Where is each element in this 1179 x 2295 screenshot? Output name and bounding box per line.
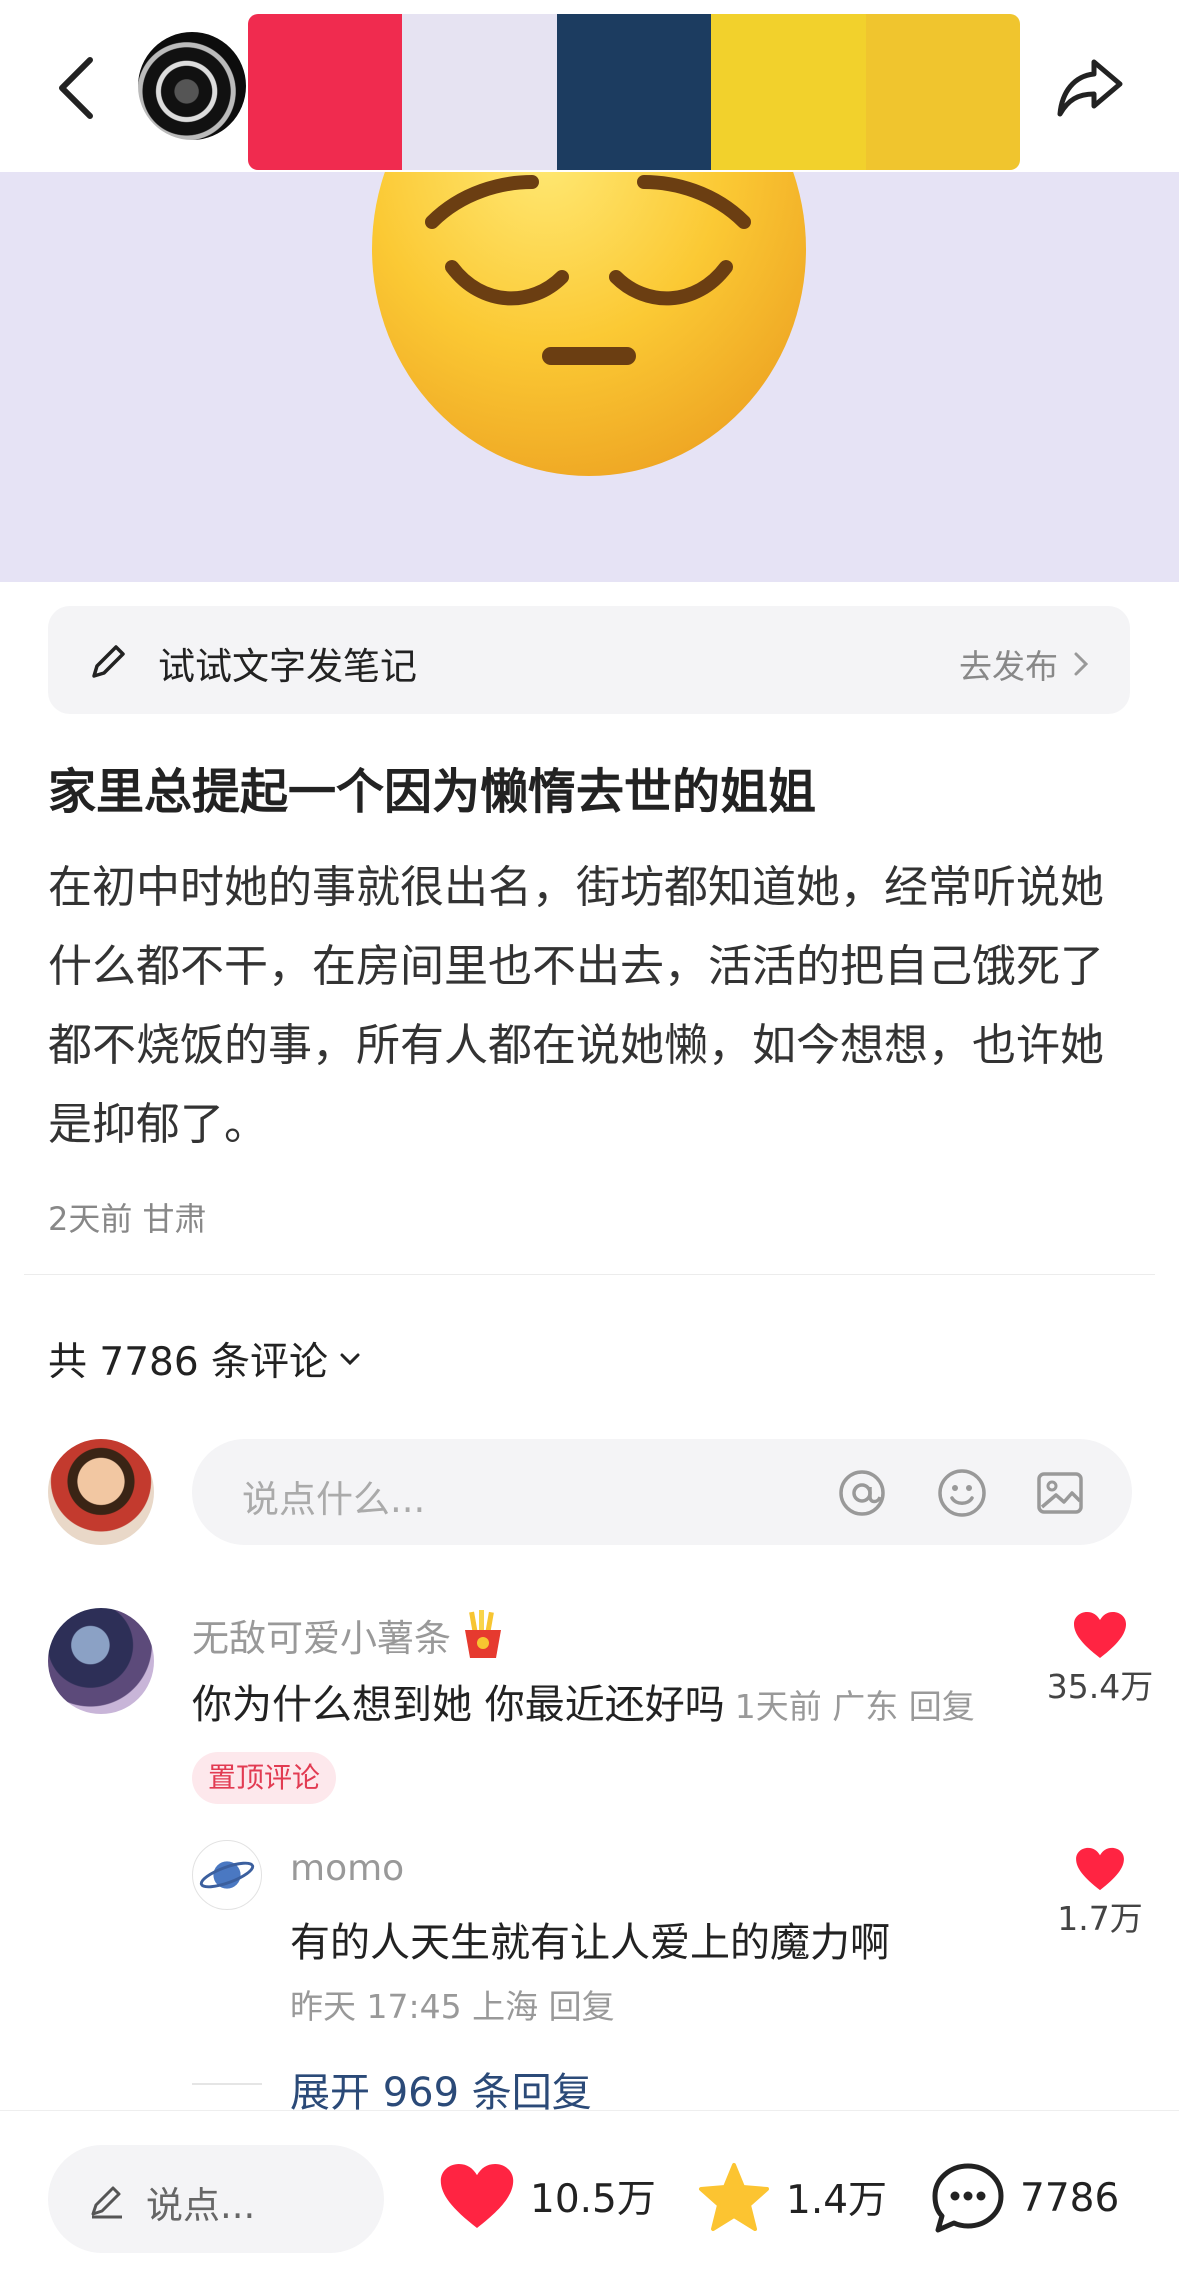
image-icon[interactable] <box>1034 1467 1086 1519</box>
favorite-count: 1.4万 <box>786 2178 888 2223</box>
heart-icon <box>1074 1612 1126 1658</box>
reply-text: 有的人天生就有让人爱上的魔力啊 <box>290 1920 890 1966</box>
post-date-location: 2天前 甘肃 <box>48 1200 207 1238</box>
bottom-input-placeholder: 说点... <box>146 2184 256 2227</box>
like-count: 10.5万 <box>530 2177 656 2222</box>
commenter-name[interactable]: 无敌可爱小薯条 <box>192 1608 507 1662</box>
post-title: 家里总提起一个因为懒惰去世的姐姐 <box>48 764 817 820</box>
swatch-red <box>248 14 403 170</box>
share-icon[interactable] <box>1054 52 1128 122</box>
reply-like[interactable]: 1.7万 <box>1040 1846 1160 1940</box>
bottom-action-bar: 说点... 10.5万 1.4万 7786 <box>0 2110 1179 2295</box>
bottom-comment-input[interactable]: 说点... <box>48 2145 384 2253</box>
commenter-avatar[interactable] <box>48 1608 154 1714</box>
comment-bubble-icon <box>932 2163 1004 2233</box>
comment-count-sort[interactable]: 共 7786 条评论 <box>48 1331 362 1387</box>
mention-icon[interactable] <box>836 1467 888 1519</box>
reply-like-count: 1.7万 <box>1057 1899 1143 1938</box>
comment-input-placeholder: 说点什么... <box>242 1478 426 1521</box>
divider <box>24 1274 1155 1275</box>
pencil-icon <box>92 645 125 678</box>
heart-icon <box>440 2163 514 2229</box>
comment-meta[interactable]: 1天前 广东 回复 <box>735 1687 975 1726</box>
pinned-comment-badge: 置顶评论 <box>192 1752 337 1804</box>
reply-author-name[interactable]: momo <box>290 1848 404 1889</box>
comment-input[interactable]: 说点什么... <box>192 1439 1132 1545</box>
top-nav-bar <box>0 0 1179 172</box>
swatch-yellow <box>711 14 866 170</box>
pencil-icon <box>91 2186 122 2219</box>
emoji-icon[interactable] <box>936 1467 988 1519</box>
my-avatar[interactable] <box>48 1439 154 1545</box>
back-arrow-icon[interactable] <box>50 48 110 128</box>
post-body: 在初中时她的事就很出名，街坊都知道她，经常听说她什么都不干，在房间里也不出去，活… <box>48 862 1104 1150</box>
color-swatch-banner <box>248 14 1020 170</box>
swatch-navy <box>556 14 712 170</box>
like-button[interactable]: 10.5万 <box>438 2161 656 2231</box>
chevron-right-icon <box>1074 652 1089 676</box>
chevron-down-icon <box>340 1353 360 1366</box>
reply-meta[interactable]: 昨天 17:45 上海 回复 <box>290 1980 615 2028</box>
comment-like-count: 35.4万 <box>1046 1667 1154 1706</box>
publish-label: 去发布 <box>959 647 1058 686</box>
pensive-face-icon <box>372 172 806 476</box>
fries-icon <box>465 1610 501 1658</box>
comment-body: 你为什么想到她 你最近还好吗 <box>192 1682 725 1728</box>
comment-button[interactable]: 7786 <box>930 2161 1119 2235</box>
try-text-label: 试试文字发笔记 <box>158 645 417 688</box>
comment-text: 你为什么想到她 你最近还好吗 1天前 广东 回复 <box>192 1672 975 1730</box>
comment-count: 7786 <box>1020 2175 1120 2221</box>
author-avatar[interactable] <box>138 32 246 140</box>
swatch-lavender <box>402 14 557 170</box>
reply-avatar[interactable] <box>192 1840 262 1910</box>
comment-count-label: 共 7786 条评论 <box>48 1340 329 1385</box>
commenter-name-label: 无敌可爱小薯条 <box>192 1617 451 1660</box>
star-icon <box>699 2163 769 2231</box>
try-text-note-bar[interactable]: 试试文字发笔记 去发布 <box>48 606 1130 714</box>
publish-link[interactable]: 去发布 <box>959 640 1090 688</box>
comment-like[interactable]: 35.4万 <box>1040 1610 1160 1708</box>
favorite-button[interactable]: 1.4万 <box>696 2161 887 2233</box>
expand-divider <box>192 2083 262 2085</box>
heart-icon <box>1076 1847 1124 1891</box>
swatch-gold <box>865 14 1020 170</box>
post-image[interactable] <box>0 172 1179 582</box>
